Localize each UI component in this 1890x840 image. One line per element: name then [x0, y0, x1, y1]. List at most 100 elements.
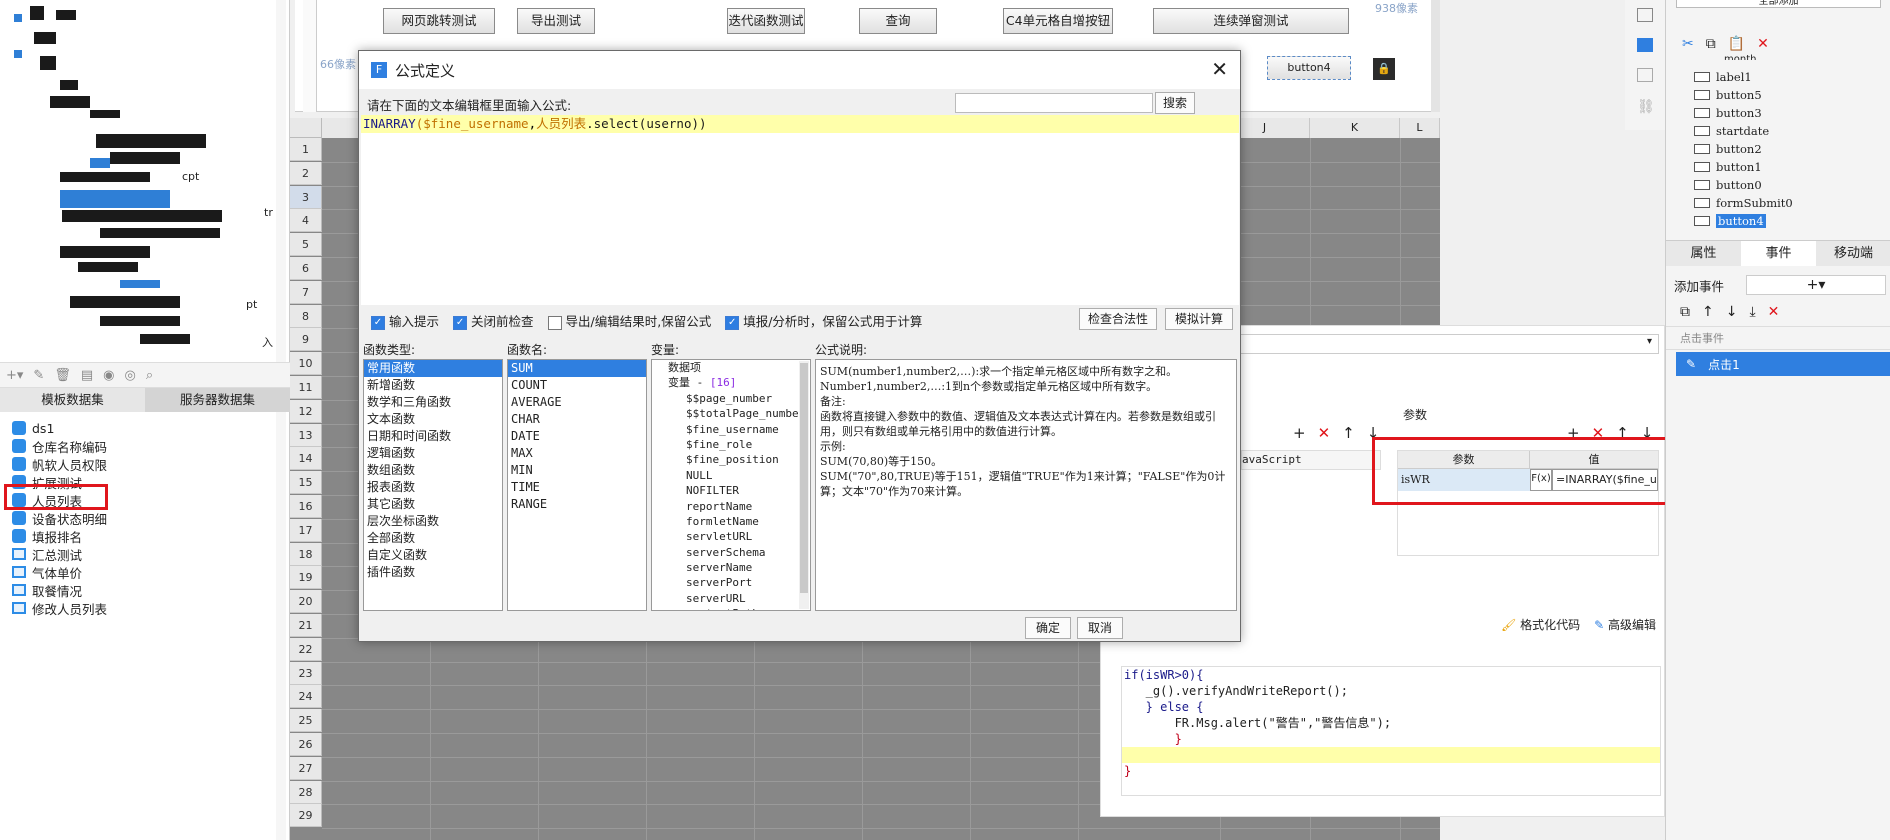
dataset-item[interactable]: 帆软人员权限 — [12, 455, 107, 473]
popup-test-button[interactable]: 连续弹窗测试 — [1153, 8, 1349, 34]
move-down-icon[interactable]: ↓ — [1726, 304, 1738, 320]
list-item[interactable]: 日期和时间函数 — [364, 428, 502, 445]
cut-icon[interactable]: ✂ — [1682, 36, 1694, 52]
list-item[interactable]: 逻辑函数 — [364, 445, 502, 462]
variable-item[interactable]: reportName — [652, 499, 810, 514]
list-item[interactable]: 插件函数 — [364, 564, 502, 581]
list-item[interactable]: 数组函数 — [364, 462, 502, 479]
option-checkbox[interactable]: ✓ 关闭前检查 — [453, 311, 534, 330]
option-checkbox[interactable]: 导出/编辑结果时,保留公式 — [547, 311, 711, 330]
variable-item[interactable]: 变量 - [16] — [652, 375, 810, 390]
search-button[interactable]: 搜索 — [1155, 92, 1195, 114]
list-item[interactable]: RANGE — [508, 496, 646, 513]
database-icon[interactable]: ◉ — [103, 368, 114, 383]
list-item[interactable]: 数学和三角函数 — [364, 394, 502, 411]
row-header[interactable]: 20 — [290, 590, 322, 614]
list-item[interactable]: COUNT — [508, 377, 646, 394]
list-item[interactable]: CHAR — [508, 411, 646, 428]
row-header[interactable]: 8 — [290, 304, 322, 328]
move-up-icon[interactable]: ↑ — [1342, 424, 1355, 442]
widget-icon[interactable] — [1637, 38, 1653, 52]
close-icon[interactable]: ✕ — [1211, 57, 1228, 81]
button4-widget[interactable]: button4 — [1267, 56, 1351, 80]
row-header[interactable]: 22 — [290, 637, 322, 661]
list-item[interactable]: 报表函数 — [364, 479, 502, 496]
list-item[interactable]: 新增函数 — [364, 377, 502, 394]
tab-mobile[interactable]: 移动端 — [1816, 241, 1890, 266]
variable-item[interactable]: serverURL — [652, 591, 810, 606]
copy-icon[interactable]: ⧉ — [1680, 304, 1690, 320]
lock-icon[interactable]: 🔒 — [1373, 58, 1395, 80]
variable-item[interactable]: $fine_position — [652, 452, 810, 467]
row-header[interactable]: 2 — [290, 161, 322, 185]
row-header[interactable]: 18 — [290, 542, 322, 566]
variable-item[interactable]: NULL — [652, 468, 810, 483]
list-item[interactable]: AVERAGE — [508, 394, 646, 411]
delete-icon[interactable]: ✕ — [1768, 304, 1780, 320]
layout-icon[interactable] — [1637, 68, 1653, 82]
variable-item[interactable]: serverSchema — [652, 545, 810, 560]
variable-item[interactable]: formletName — [652, 514, 810, 529]
dataset-item[interactable]: 汇总测试 — [12, 545, 82, 563]
row-header[interactable]: 15 — [290, 471, 322, 495]
widget-item[interactable]: button2 — [1694, 140, 1762, 158]
list-item[interactable]: 文本函数 — [364, 411, 502, 428]
variable-item[interactable]: contextPath — [652, 606, 810, 610]
code-editor[interactable]: if(isWR>0){ _g().verifyAndWriteReport();… — [1121, 666, 1661, 796]
row-header[interactable]: 27 — [290, 756, 322, 780]
list-item[interactable]: 其它函数 — [364, 496, 502, 513]
add-all-button[interactable]: 全部添加 — [1676, 0, 1881, 8]
option-checkbox[interactable]: ✓ 填报/分析时，保留公式用于计算 — [725, 311, 922, 330]
edit-icon[interactable]: ✎ — [33, 368, 44, 383]
formula-editor[interactable]: INARRAY($fine_username,人员列表.select(usern… — [361, 115, 1239, 305]
row-header[interactable]: 23 — [290, 661, 322, 685]
list-item[interactable]: MIN — [508, 462, 646, 479]
check-validity-button[interactable]: 检查合法性 — [1079, 308, 1157, 330]
row-header[interactable]: 5 — [290, 233, 322, 257]
list-item[interactable]: 自定义函数 — [364, 547, 502, 564]
search-icon[interactable]: ⌕ — [146, 368, 153, 383]
variable-item[interactable]: $fine_role — [652, 437, 810, 452]
template-tree[interactable]: cpt pt 入 tr — [0, 0, 276, 360]
row-header[interactable]: 13 — [290, 423, 322, 447]
corner-cell[interactable] — [290, 118, 322, 138]
dataset-item[interactable]: 仓库名称编码 — [12, 437, 107, 455]
row-header[interactable]: 24 — [290, 685, 322, 709]
list-item[interactable]: SUM — [508, 360, 646, 377]
func-type-list[interactable]: 常用函数 新增函数 数学和三角函数 文本函数 日期和时间函数 逻辑函数 数组函数 报表函数 其它… — [363, 359, 503, 611]
move-bottom-icon[interactable]: ⤓ — [1749, 304, 1755, 320]
list-item[interactable]: 层次坐标函数 — [364, 513, 502, 530]
variable-item[interactable]: servletURL — [652, 529, 810, 544]
row-header[interactable]: 25 — [290, 709, 322, 733]
dataset-item[interactable]: 设备状态明细 — [12, 509, 107, 527]
row-header[interactable]: 19 — [290, 566, 322, 590]
row-header[interactable]: 17 — [290, 518, 322, 542]
list-item[interactable]: TIME — [508, 479, 646, 496]
widget-item[interactable]: button1 — [1694, 158, 1762, 176]
iteration-test-button[interactable]: 迭代函数测试 — [727, 8, 805, 34]
dataset-item[interactable]: 取餐情况 — [12, 581, 82, 599]
row-header[interactable]: 29 — [290, 804, 322, 828]
column-header[interactable]: K — [1310, 118, 1400, 138]
webpage-jump-button[interactable]: 网页跳转测试 — [383, 8, 495, 34]
add-icon[interactable]: +▾ — [6, 368, 23, 383]
widget-item[interactable]: button3 — [1694, 104, 1762, 122]
row-header[interactable]: 4 — [290, 209, 322, 233]
c4-increment-button[interactable]: C4单元格自增按钮 — [1003, 8, 1113, 34]
tab-properties[interactable]: 属性 — [1666, 241, 1741, 266]
row-header[interactable]: 1 — [290, 138, 322, 161]
format-code-button[interactable]: 🖌 格式化代码 — [1501, 616, 1580, 633]
variable-scrollbar[interactable] — [799, 361, 809, 609]
row-header[interactable]: 10 — [290, 352, 322, 376]
variable-item[interactable]: serverPort — [652, 575, 810, 590]
widget-item[interactable]: label1 — [1694, 68, 1752, 86]
tab-template-dataset[interactable]: 模板数据集 — [0, 388, 145, 412]
delete-icon[interactable]: ✕ — [1318, 424, 1331, 442]
list-item[interactable]: 全部函数 — [364, 530, 502, 547]
paste-icon[interactable]: 📋 — [1728, 36, 1745, 52]
add-event-button[interactable]: +▾ — [1746, 275, 1886, 295]
row-header[interactable]: 12 — [290, 399, 322, 423]
row-header[interactable]: 16 — [290, 495, 322, 518]
tree-scrollbar[interactable] — [276, 0, 286, 840]
row-header[interactable]: 9 — [290, 328, 322, 352]
